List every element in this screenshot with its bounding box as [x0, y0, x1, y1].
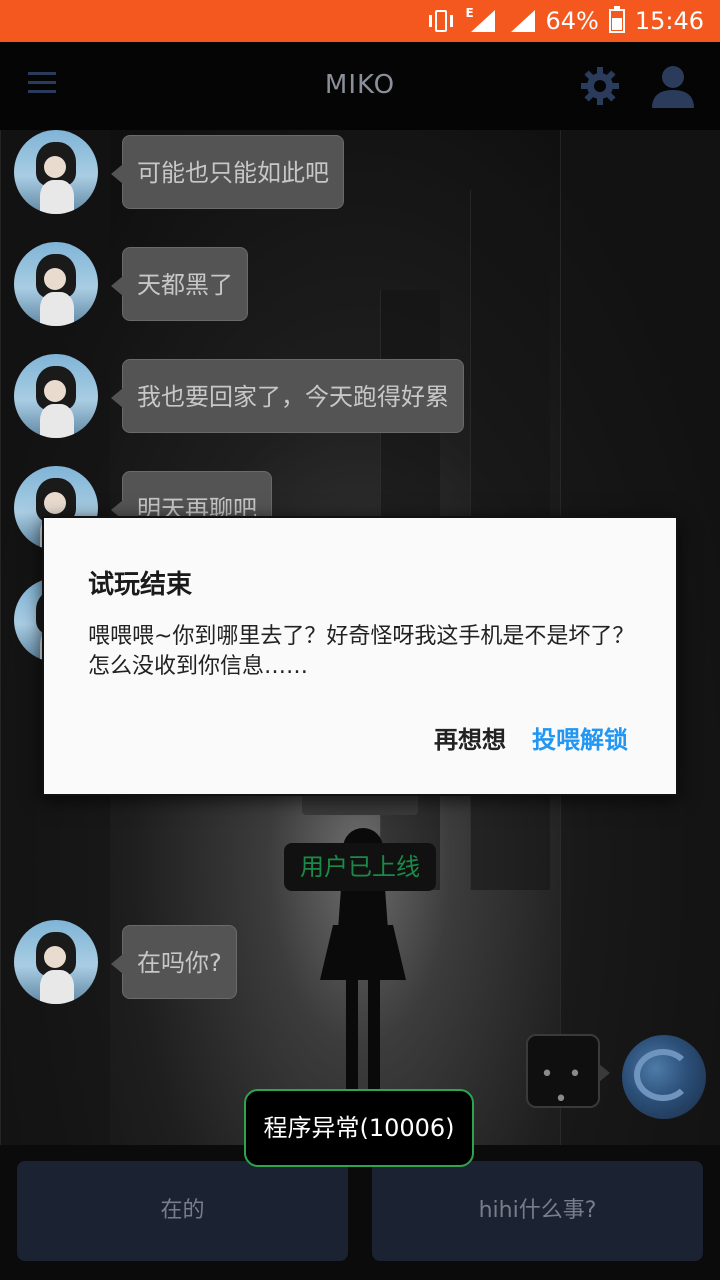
avatar[interactable] [14, 130, 98, 214]
signal-icon [505, 8, 536, 34]
typing-indicator: • • • [526, 1034, 610, 1112]
message-bubble: 在吗你? [111, 925, 237, 999]
app-bar: MIKO [0, 42, 720, 130]
message-row: 在吗你? [14, 920, 237, 1004]
avatar[interactable] [14, 242, 98, 326]
message-row: 可能也只能如此吧 [14, 130, 344, 214]
message-bubble: 可能也只能如此吧 [111, 135, 344, 209]
message-row: 天都黑了 [14, 242, 248, 326]
avatar[interactable] [14, 354, 98, 438]
message-bubble: 我也要回家了，今天跑得好累 [111, 359, 464, 433]
reply-option-button[interactable]: hihi什么事? [372, 1161, 703, 1261]
dialog-message: 喂喂喂~你到哪里去了？好奇怪呀我这手机是不是坏了？怎么没收到你信息…… [88, 624, 635, 679]
online-status-notice: 用户已上线 [284, 843, 436, 891]
feed-unlock-button[interactable]: 投喂解锁 [532, 720, 628, 755]
user-icon[interactable] [650, 64, 696, 108]
signal-icon: E [465, 6, 496, 34]
reply-option-button[interactable]: 在的 [17, 1161, 348, 1261]
user-avatar[interactable] [622, 1035, 706, 1119]
error-toast: 程序异常(10006) [244, 1089, 474, 1167]
avatar[interactable] [14, 920, 98, 1004]
message-row: 我也要回家了，今天跑得好累 [14, 354, 464, 438]
status-bar: E 64% 15:46 [0, 0, 720, 42]
status-time: 15:46 [634, 7, 704, 35]
vibrate-icon [427, 9, 455, 33]
dialog-title: 试玩结束 [88, 570, 193, 600]
message-bubble: 天都黑了 [111, 247, 248, 321]
battery-percent: 64% [545, 7, 599, 35]
gear-icon[interactable] [580, 66, 620, 106]
think-again-button[interactable]: 再想想 [434, 720, 506, 755]
battery-charging-icon [608, 6, 625, 33]
trial-ended-dialog: 试玩结束 喂喂喂~你到哪里去了？好奇怪呀我这手机是不是坏了？怎么没收到你信息……… [42, 516, 678, 796]
